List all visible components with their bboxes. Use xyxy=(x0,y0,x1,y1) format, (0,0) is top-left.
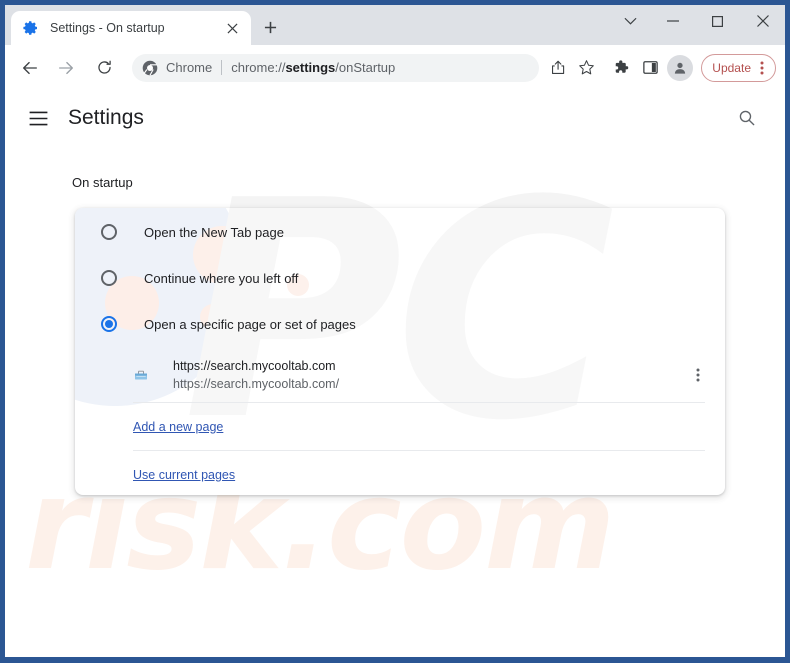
on-startup-card: PC Open the New Tab page Continue where … xyxy=(75,208,725,495)
startup-page-title: https://search.mycooltab.com xyxy=(173,359,336,373)
startup-option-new-tab[interactable]: Open the New Tab page xyxy=(75,209,725,255)
search-icon xyxy=(739,110,755,126)
browser-window: Settings - On startup Chrome chrome://se… xyxy=(0,0,790,663)
arrow-left-icon xyxy=(23,61,37,74)
window-minimize-button[interactable] xyxy=(650,5,695,37)
window-close-button[interactable] xyxy=(740,5,785,37)
share-button[interactable] xyxy=(545,55,571,81)
page-title: Settings xyxy=(68,106,144,129)
omnibox-divider xyxy=(221,60,223,75)
bookmark-button[interactable] xyxy=(573,55,599,81)
reload-icon xyxy=(97,60,111,74)
close-icon xyxy=(756,15,769,27)
startup-option-continue[interactable]: Continue where you left off xyxy=(75,255,725,301)
back-button[interactable] xyxy=(16,54,44,82)
startup-page-subtitle: https://search.mycooltab.com/ xyxy=(173,377,340,391)
startup-page-texts: https://search.mycooltab.com https://sea… xyxy=(173,357,685,393)
person-icon xyxy=(675,62,686,74)
share-icon xyxy=(551,60,564,75)
add-new-page-row[interactable]: Add a new page xyxy=(75,403,725,450)
radio-specific-pages[interactable] xyxy=(101,316,117,332)
startup-option-label: Open a specific page or set of pages xyxy=(144,316,356,332)
use-current-pages-link[interactable]: Use current pages xyxy=(133,468,235,482)
tab-title: Settings - On startup xyxy=(50,21,165,35)
address-bar[interactable]: Chrome chrome://settings/onStartup xyxy=(132,53,540,82)
chrome-icon xyxy=(142,60,158,75)
startup-option-label: Open the New Tab page xyxy=(144,224,284,240)
extensions-button[interactable] xyxy=(607,55,633,81)
maximize-icon xyxy=(712,15,723,27)
window-controls xyxy=(610,5,785,45)
arrow-right-icon xyxy=(59,61,73,74)
section-title: On startup xyxy=(72,175,133,190)
radio-continue[interactable] xyxy=(101,270,117,286)
reload-button[interactable] xyxy=(90,54,118,82)
update-button[interactable]: Update xyxy=(701,53,776,82)
side-panel-icon xyxy=(643,61,658,74)
startup-option-specific-pages[interactable]: Open a specific page or set of pages xyxy=(75,301,725,347)
window-inner: Settings - On startup Chrome chrome://se… xyxy=(5,5,785,657)
window-chevron-button[interactable] xyxy=(610,5,650,37)
startup-page-row: https://search.mycooltab.com https://sea… xyxy=(75,348,725,402)
startup-option-label: Continue where you left off xyxy=(144,270,299,286)
star-icon xyxy=(578,60,594,75)
update-menu-icon[interactable] xyxy=(753,58,771,78)
startup-page-more-button[interactable] xyxy=(685,362,711,388)
page-favicon-icon xyxy=(135,370,147,380)
update-button-label: Update xyxy=(712,60,751,75)
url-bold-part: settings xyxy=(285,60,336,75)
hamburger-icon xyxy=(29,111,47,125)
settings-header: Settings xyxy=(5,90,785,146)
close-icon xyxy=(226,22,238,34)
plus-icon xyxy=(264,21,276,33)
new-tab-button[interactable] xyxy=(257,14,283,40)
minimize-icon xyxy=(666,20,679,22)
puzzle-icon xyxy=(615,60,629,73)
chevron-down-icon xyxy=(624,17,636,25)
profile-avatar-button[interactable] xyxy=(667,54,694,81)
window-maximize-button[interactable] xyxy=(695,5,740,37)
card-content: Open the New Tab page Continue where you… xyxy=(75,209,725,495)
settings-search-button[interactable] xyxy=(729,100,765,136)
gear-icon xyxy=(23,21,37,35)
url-prefix: chrome:// xyxy=(231,60,286,75)
browser-toolbar: Chrome chrome://settings/onStartup Updat… xyxy=(5,45,785,90)
omnibox-scheme-label: Chrome xyxy=(166,60,213,75)
main-menu-button[interactable] xyxy=(20,100,56,136)
omnibox-url-text: chrome://settings/onStartup xyxy=(231,60,395,75)
forward-button[interactable] xyxy=(52,54,80,82)
use-current-pages-row[interactable]: Use current pages xyxy=(75,451,725,495)
url-suffix: /onStartup xyxy=(335,60,396,75)
side-panel-button[interactable] xyxy=(637,55,663,81)
radio-new-tab[interactable] xyxy=(101,224,117,240)
settings-page: PC risk.com Settings On startup xyxy=(5,90,785,657)
tab-settings[interactable]: Settings - On startup xyxy=(11,11,251,45)
three-dots-vertical-icon xyxy=(760,61,764,74)
tab-strip: Settings - On startup xyxy=(5,5,785,45)
tab-close-button[interactable] xyxy=(221,17,243,39)
add-new-page-link[interactable]: Add a new page xyxy=(133,420,223,434)
three-dots-vertical-icon xyxy=(696,368,700,382)
